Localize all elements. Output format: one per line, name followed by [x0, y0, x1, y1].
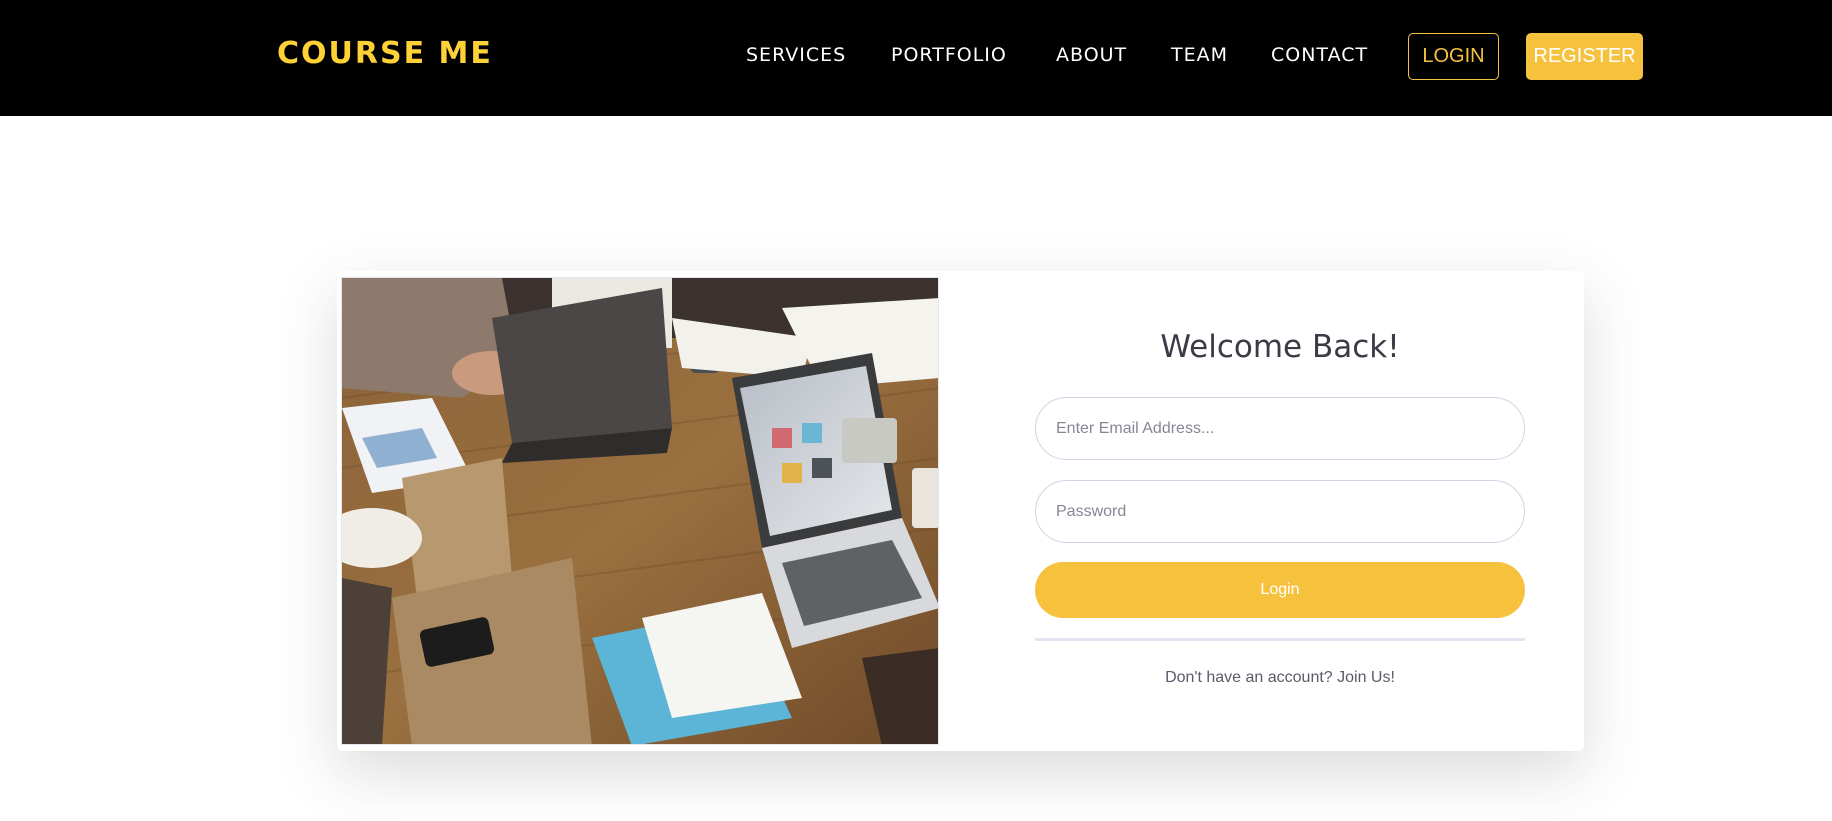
brand-logo-link[interactable]: COURSE ME: [277, 36, 493, 71]
login-submit-button[interactable]: Login: [1035, 562, 1525, 618]
password-field[interactable]: [1035, 480, 1525, 543]
nav-register-button[interactable]: REGISTER: [1526, 33, 1643, 80]
meeting-photo-illustration: [342, 278, 938, 744]
navbar: COURSE ME SERVICES PORTFOLIO ABOUT TEAM …: [0, 0, 1832, 116]
nav-link-team[interactable]: TEAM: [1171, 44, 1228, 66]
join-us-link[interactable]: Don't have an account? Join Us!: [1035, 669, 1525, 687]
login-form: Welcome Back! Login Don't have an accoun…: [1035, 271, 1525, 751]
nav-link-services[interactable]: SERVICES: [746, 44, 846, 66]
meeting-photo: [341, 277, 939, 745]
nav-link-portfolio[interactable]: PORTFOLIO: [891, 44, 1007, 66]
email-field[interactable]: [1035, 397, 1525, 460]
nav-login-button[interactable]: LOGIN: [1408, 33, 1499, 80]
nav-link-about[interactable]: ABOUT: [1056, 44, 1127, 66]
login-card: Welcome Back! Login Don't have an accoun…: [337, 271, 1584, 751]
nav-link-contact[interactable]: CONTACT: [1271, 44, 1368, 66]
form-divider: [1035, 638, 1525, 641]
welcome-heading: Welcome Back!: [1160, 329, 1400, 365]
